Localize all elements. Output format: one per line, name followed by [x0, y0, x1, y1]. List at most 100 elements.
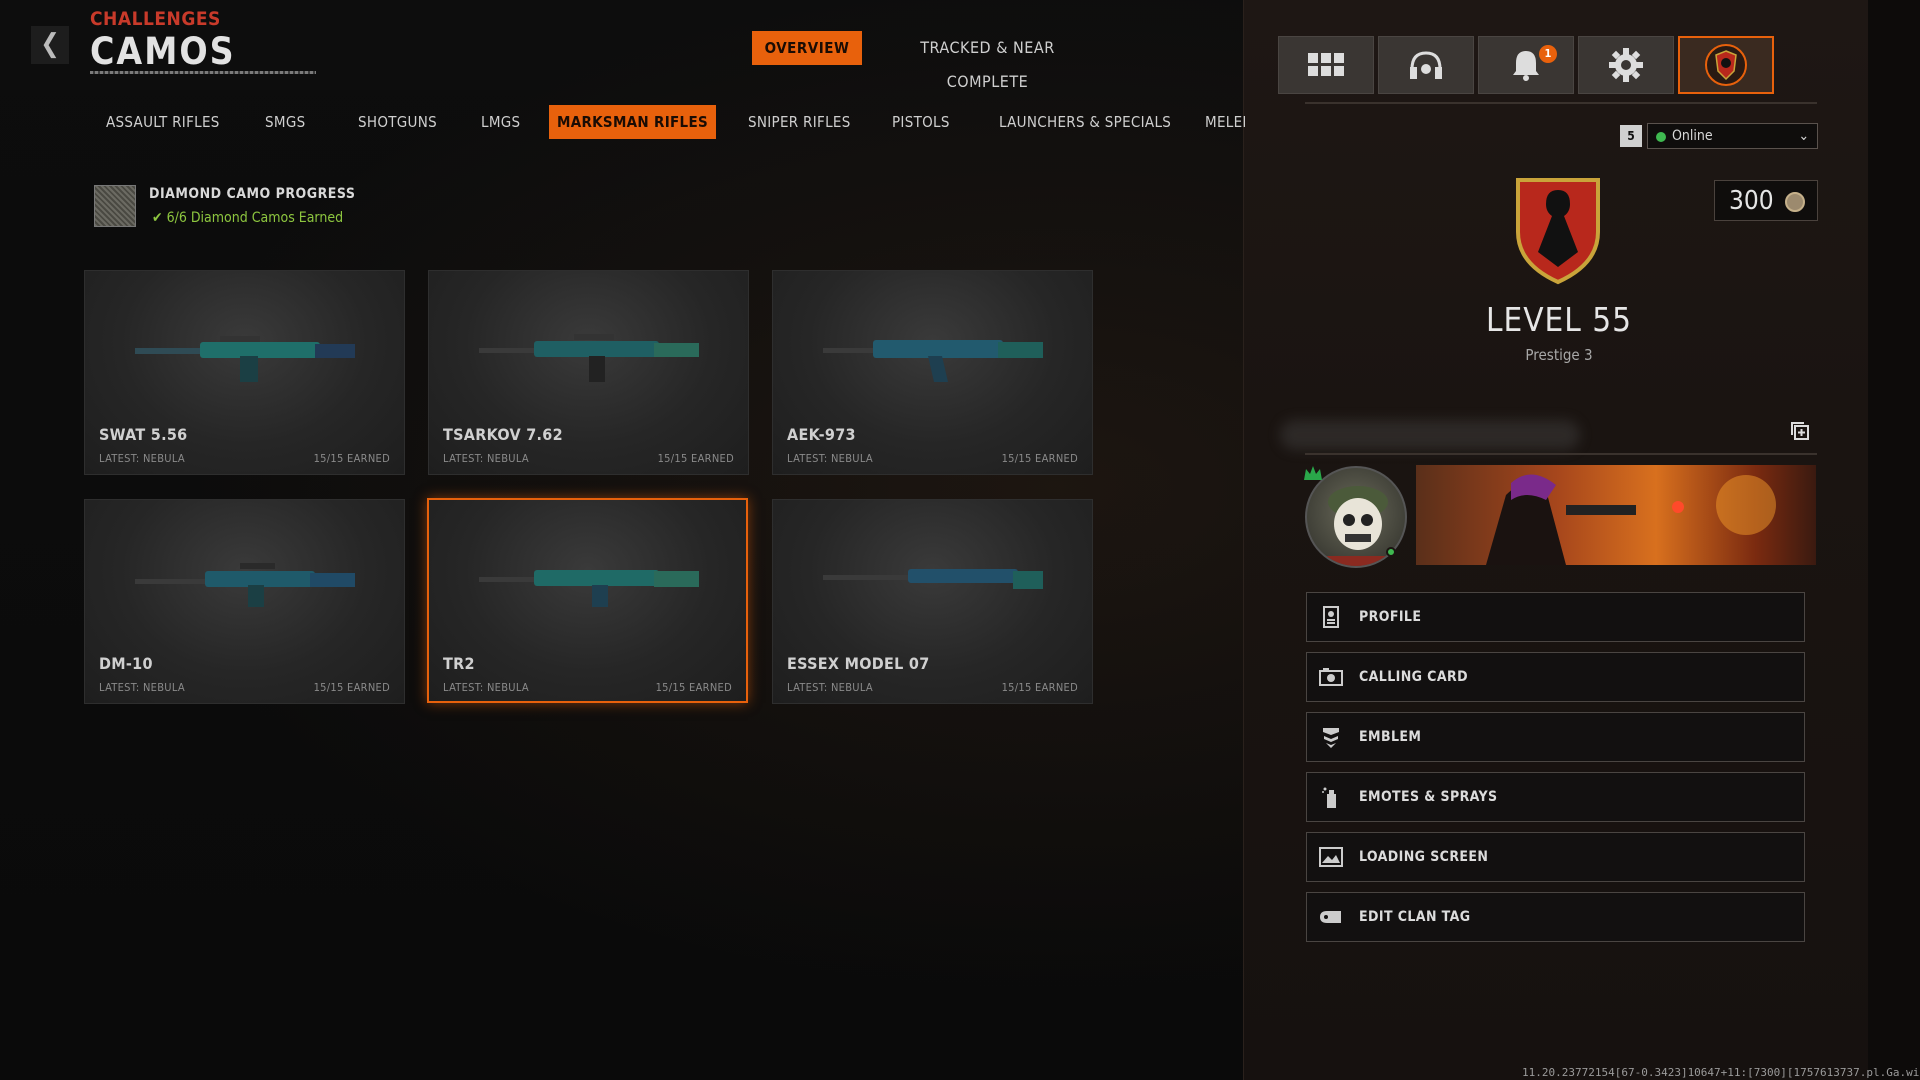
player-emblem-button[interactable]	[1678, 36, 1774, 94]
weapon-latest-camo: LATEST: NEBULA	[443, 681, 529, 694]
menu-emotes-sprays-label: EMOTES & SPRAYS	[1359, 789, 1498, 805]
menu-emotes-sprays-button[interactable]: EMOTES & SPRAYS	[1306, 772, 1805, 822]
category-melee[interactable]: MELEE	[1205, 105, 1245, 139]
camera-card-icon	[1319, 665, 1343, 689]
category-marksman-rifles[interactable]: MARKSMAN RIFLES	[549, 105, 716, 139]
notification-count-badge: 1	[1539, 45, 1557, 63]
menu-edit-clan-tag-button[interactable]: EDIT CLAN TAG	[1306, 892, 1805, 942]
diamond-progress-status: ✔ 6/6 Diamond Camos Earned	[152, 210, 343, 226]
title-underline	[90, 71, 316, 74]
rifle-icon	[479, 570, 699, 607]
weapon-card[interactable]: ESSEX MODEL 07 LATEST: NEBULA 15/15 EARN…	[772, 499, 1093, 704]
page-title: CAMOS	[90, 30, 236, 73]
currency-amount: 300	[1729, 186, 1774, 216]
copy-icon[interactable]	[1790, 421, 1810, 441]
category-sniper-rifles[interactable]: SNIPER RIFLES	[748, 105, 851, 139]
grid-menu-button[interactable]	[1278, 36, 1374, 94]
rifle-icon	[823, 340, 1043, 382]
weapon-name: AEK-973	[787, 425, 856, 444]
weapon-name: TSARKOV 7.62	[443, 425, 563, 444]
weapon-card[interactable]: SWAT 5.56 LATEST: NEBULA 15/15 EARNED	[84, 270, 405, 475]
section-label: CHALLENGES	[90, 8, 221, 30]
build-info-text: 11.20.23772154[67-0.3423]10647+11:[7300]…	[1522, 1066, 1920, 1079]
party-button[interactable]	[1378, 36, 1474, 94]
spray-can-icon	[1319, 785, 1343, 809]
menu-profile-button[interactable]: PROFILE	[1306, 592, 1805, 642]
weapon-latest-camo: LATEST: NEBULA	[787, 681, 873, 694]
weapon-name: ESSEX MODEL 07	[787, 654, 930, 673]
weapon-card[interactable]: TSARKOV 7.62 LATEST: NEBULA 15/15 EARNED	[428, 270, 749, 475]
headset-icon	[1410, 51, 1442, 79]
diamond-status-text: 6/6 Diamond Camos Earned	[166, 210, 344, 226]
online-status-dropdown[interactable]: Online ⌄	[1647, 123, 1818, 149]
chevron-down-icon: ⌄	[1798, 128, 1809, 144]
player-level: LEVEL 55	[1485, 300, 1633, 339]
settings-gear-icon	[1609, 48, 1643, 82]
weapon-name: TR2	[443, 654, 475, 673]
menu-loading-screen-label: LOADING SCREEN	[1359, 849, 1489, 865]
weapon-latest-camo: LATEST: NEBULA	[99, 681, 185, 694]
weapon-name: SWAT 5.56	[99, 425, 188, 444]
weapon-earned-count: 15/15 EARNED	[313, 681, 390, 694]
notifications-button[interactable]: 1	[1478, 36, 1574, 94]
category-smgs[interactable]: SMGS	[265, 105, 305, 139]
weapon-latest-camo: LATEST: NEBULA	[787, 452, 873, 465]
menu-calling-card-button[interactable]: CALLING CARD	[1306, 652, 1805, 702]
weapon-earned-count: 15/15 EARNED	[313, 452, 390, 465]
crown-icon	[1304, 466, 1322, 480]
weapon-latest-camo: LATEST: NEBULA	[443, 452, 529, 465]
weapon-card[interactable]: AEK-973 LATEST: NEBULA 15/15 EARNED	[772, 270, 1093, 475]
weapon-latest-camo: LATEST: NEBULA	[99, 452, 185, 465]
emblem-icon	[1319, 725, 1343, 749]
weapon-earned-count: 15/15 EARNED	[655, 681, 732, 694]
menu-calling-card-label: CALLING CARD	[1359, 669, 1468, 685]
category-launchers-specials[interactable]: LAUNCHERS & SPECIALS	[999, 105, 1171, 139]
menu-emblem-button[interactable]: EMBLEM	[1306, 712, 1805, 762]
menu-edit-clan-tag-label: EDIT CLAN TAG	[1359, 909, 1471, 925]
settings-button[interactable]	[1578, 36, 1674, 94]
notification-bell-icon	[1513, 51, 1539, 81]
player-prestige: Prestige 3	[1525, 346, 1593, 364]
coin-icon	[1785, 192, 1805, 212]
online-status-dot	[1656, 132, 1666, 142]
menu-loading-screen-button[interactable]: LOADING SCREEN	[1306, 832, 1805, 882]
tag-icon	[1319, 905, 1343, 929]
weapon-card[interactable]: DM-10 LATEST: NEBULA 15/15 EARNED	[84, 499, 405, 704]
avatar-online-dot	[1386, 547, 1396, 557]
weapon-card-selected[interactable]: TR2 LATEST: NEBULA 15/15 EARNED	[427, 498, 748, 703]
weapon-earned-count: 15/15 EARNED	[1001, 681, 1078, 694]
category-pistols[interactable]: PISTOLS	[892, 105, 950, 139]
menu-emblem-label: EMBLEM	[1359, 729, 1422, 745]
back-button[interactable]: ❮	[31, 26, 69, 64]
tab-overview[interactable]: OVERVIEW	[752, 31, 862, 65]
image-icon	[1319, 845, 1343, 869]
rifle-icon	[135, 563, 355, 607]
menu-profile-label: PROFILE	[1359, 609, 1422, 625]
player-name-redacted	[1280, 420, 1580, 450]
grid-menu-icon	[1308, 53, 1344, 76]
category-lmgs[interactable]: LMGS	[481, 105, 520, 139]
name-divider	[1305, 453, 1817, 455]
diamond-progress-title: DIAMOND CAMO PROGRESS	[149, 186, 356, 202]
squad-count-badge: 5	[1620, 125, 1642, 147]
tab-tracked-near-complete[interactable]: TRACKED & NEAR COMPLETE	[880, 31, 1095, 91]
online-status-value: Online	[1672, 128, 1713, 144]
category-shotguns[interactable]: SHOTGUNS	[358, 105, 437, 139]
player-emblem-icon	[1705, 44, 1747, 86]
weapon-name: DM-10	[99, 654, 153, 673]
calling-card-image	[1416, 465, 1816, 565]
calling-card-art	[1486, 474, 1776, 565]
weapon-earned-count: 15/15 EARNED	[657, 452, 734, 465]
rifle-icon	[823, 569, 1043, 589]
id-card-icon	[1319, 605, 1343, 629]
rifle-icon	[479, 334, 699, 382]
weapon-earned-count: 15/15 EARNED	[1001, 452, 1078, 465]
currency-display: 300	[1714, 180, 1818, 221]
header-divider	[1305, 102, 1817, 104]
category-assault-rifles[interactable]: ASSAULT RIFLES	[106, 105, 220, 139]
rank-emblem-icon	[1516, 178, 1600, 285]
diamond-camo-swatch	[94, 185, 136, 227]
checkmark-icon: ✔	[152, 210, 163, 226]
weapon-category-bar: ASSAULT RIFLES SMGS SHOTGUNS LMGS MARKSM…	[90, 105, 1245, 139]
rifle-icon	[135, 336, 355, 382]
